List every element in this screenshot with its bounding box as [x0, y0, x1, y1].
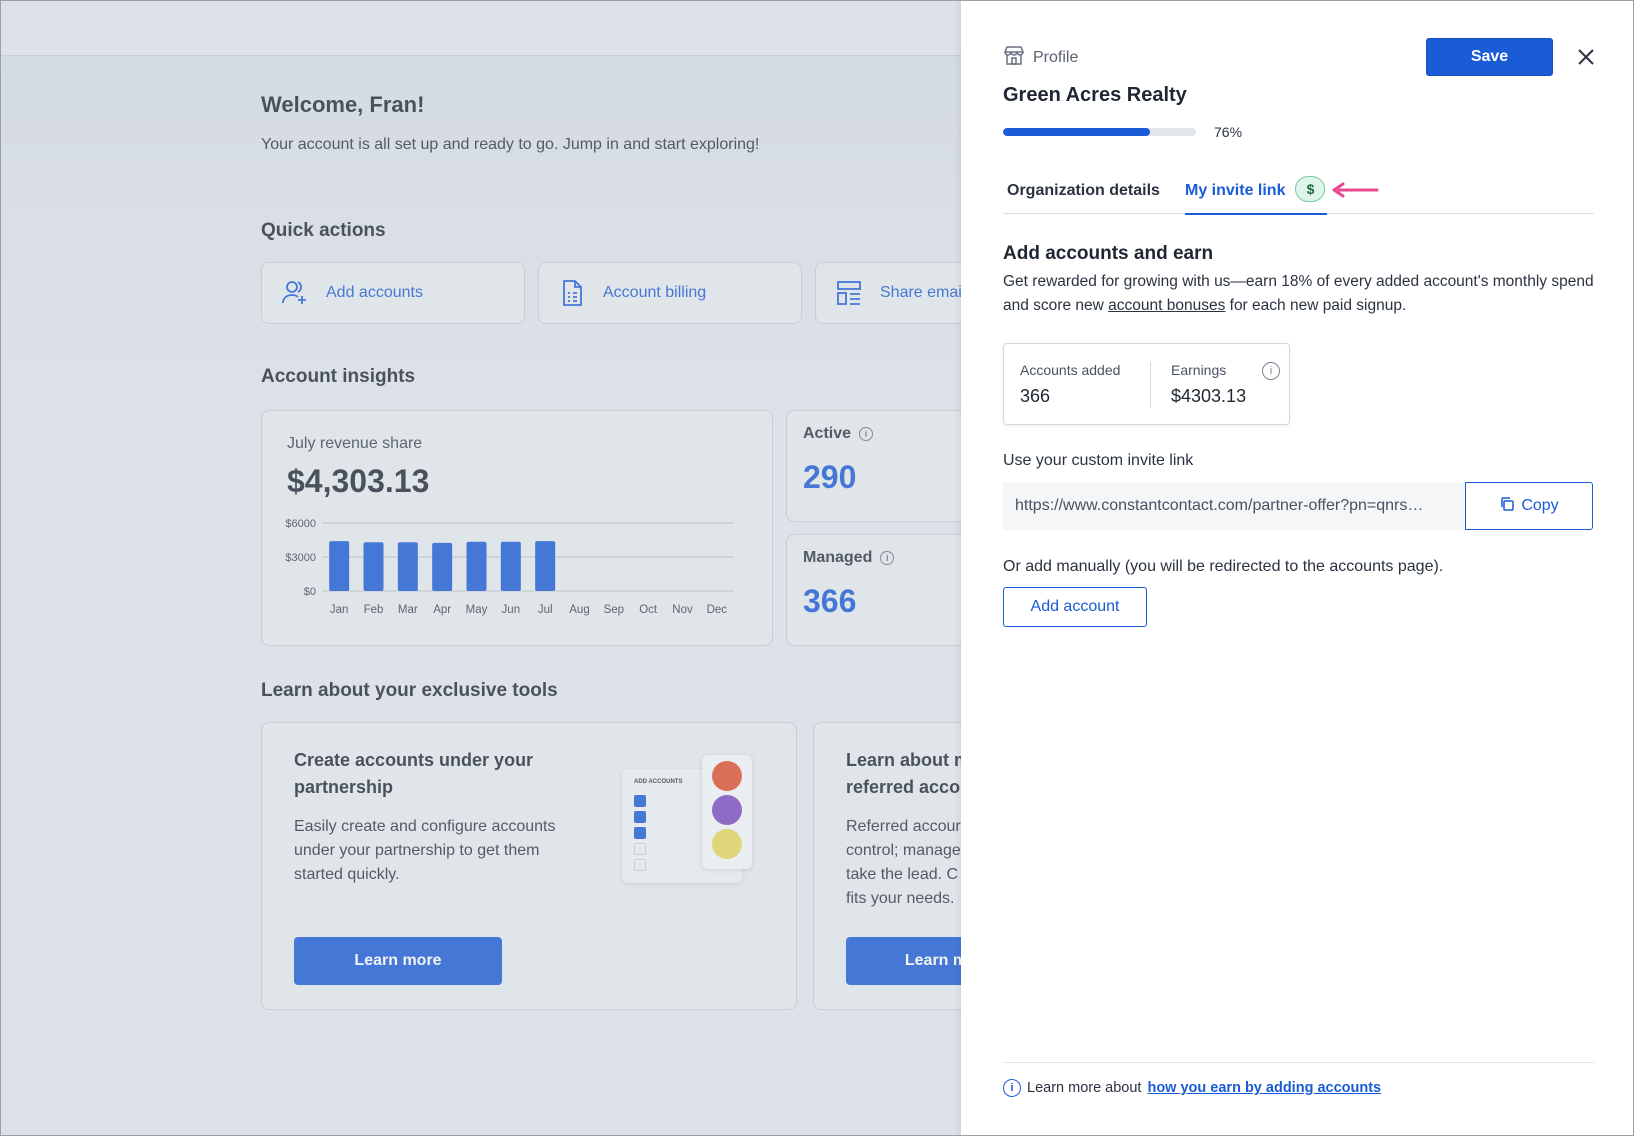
earnings-label: Earnings: [1171, 362, 1227, 378]
section-title: Add accounts and earn: [1003, 243, 1214, 264]
account-bonuses-link[interactable]: account bonuses: [1108, 297, 1225, 314]
tab-organization-details[interactable]: Organization details: [1007, 182, 1160, 214]
tab-label: My invite link: [1185, 182, 1286, 199]
manual-add-text: Or add manually (you will be redirected …: [1003, 558, 1444, 575]
drawer-footer: i Learn more about how you earn by addin…: [1003, 1079, 1381, 1097]
copy-label: Copy: [1521, 497, 1559, 514]
progress-fill: [1003, 128, 1150, 136]
invite-link-label: Use your custom invite link: [1003, 452, 1194, 469]
add-account-button[interactable]: Add account: [1003, 587, 1147, 627]
invite-link-field[interactable]: https://www.constantcontact.com/partner-…: [1003, 482, 1467, 530]
earnings-value: $4303.13: [1171, 386, 1247, 406]
close-icon[interactable]: [1573, 44, 1599, 70]
profile-drawer: Profile Save Green Acres Realty 76% Orga…: [961, 0, 1634, 1136]
drawer-header-label: Profile: [1033, 48, 1079, 66]
save-button[interactable]: Save: [1426, 38, 1553, 76]
footer-text: Learn more about: [1027, 1080, 1142, 1096]
tab-my-invite-link[interactable]: My invite link $: [1185, 176, 1328, 215]
info-icon[interactable]: i: [1262, 362, 1280, 380]
organization-name: Green Acres Realty: [1003, 84, 1187, 106]
earnings-stats-box: Accounts added 366 Earnings $4303.13 i: [1003, 343, 1290, 425]
copy-button[interactable]: Copy: [1465, 482, 1593, 530]
how-you-earn-link[interactable]: how you earn by adding accounts: [1147, 1080, 1381, 1096]
info-icon: i: [1003, 1079, 1021, 1097]
pink-arrow-icon: [1332, 182, 1379, 198]
stats-divider: [1150, 362, 1151, 408]
dollar-badge: $: [1295, 176, 1326, 202]
progress-percent: 76%: [1214, 124, 1243, 140]
footer-divider: [1003, 1062, 1594, 1063]
drawer-tabs: Organization details My invite link $: [1003, 172, 1594, 215]
modal-overlay[interactable]: [0, 0, 961, 1136]
description-text: for each new paid signup.: [1225, 297, 1407, 314]
accounts-added-label: Accounts added: [1020, 362, 1121, 378]
section-description: Get rewarded for growing with us—earn 18…: [1003, 270, 1594, 318]
drawer-header: Profile: [1003, 44, 1078, 71]
copy-icon: [1499, 496, 1515, 517]
store-icon: [1003, 44, 1025, 71]
profile-progress-bar: [1003, 128, 1196, 136]
accounts-added-value: 366: [1020, 386, 1051, 406]
